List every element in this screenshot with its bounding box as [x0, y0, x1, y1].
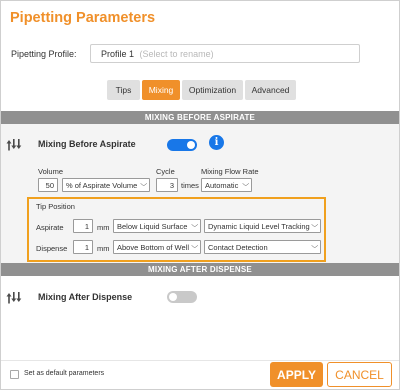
pipette-flow-icon	[6, 292, 22, 304]
default-parameters-label: Set as default parameters	[24, 370, 105, 377]
mixing-before-title: Mixing Before Aspirate	[38, 139, 136, 149]
footer-divider	[1, 360, 399, 361]
profile-name-value: Profile 1	[101, 49, 135, 59]
aspirate-depth-input[interactable]: 1	[73, 219, 93, 233]
dispense-reference-select[interactable]: Above Bottom of Well ⌵	[113, 240, 201, 254]
dialog-title: Pipetting Parameters	[10, 10, 156, 26]
volume-label: Volume	[38, 167, 64, 176]
chevron-down-icon: ⌵	[190, 222, 198, 229]
mixing-after-toggle[interactable]	[167, 291, 197, 303]
chevron-down-icon: ⌵	[139, 181, 147, 188]
volume-unit-select[interactable]: % of Aspirate Volume ⌵	[62, 178, 150, 192]
info-icon[interactable]: i	[209, 135, 224, 150]
tab-advanced[interactable]: Advanced	[245, 80, 296, 100]
cancel-button[interactable]: CANCEL	[327, 362, 392, 387]
section-header-mixing-after: MIXING AFTER DISPENSE	[1, 263, 399, 276]
flow-rate-value: Automatic	[205, 180, 239, 190]
flow-rate-select[interactable]: Automatic ⌵	[201, 178, 252, 192]
volume-unit-value: % of Aspirate Volume	[66, 180, 138, 190]
profile-rename-hint: (Select to rename)	[139, 49, 214, 59]
profile-name-input[interactable]: Profile 1 (Select to rename)	[90, 44, 360, 63]
chevron-down-icon: ⌵	[310, 243, 318, 250]
aspirate-tracking-select[interactable]: Dynamic Liquid Level Tracking ⌵	[204, 219, 321, 233]
aspirate-reference-value: Below Liquid Surface	[117, 221, 188, 231]
dispense-tracking-select[interactable]: Contact Detection ⌵	[204, 240, 321, 254]
mixing-before-toggle[interactable]	[167, 139, 197, 151]
dispense-reference-value: Above Bottom of Well	[117, 242, 189, 252]
flow-rate-label: Mixing Flow Rate	[201, 167, 259, 176]
toggle-knob	[187, 141, 195, 149]
dispense-height-input[interactable]: 1	[73, 240, 93, 254]
section-header-mixing-before: MIXING BEFORE ASPIRATE	[1, 111, 399, 124]
pipette-flow-icon	[6, 139, 22, 151]
apply-button[interactable]: APPLY	[270, 362, 323, 387]
volume-input[interactable]: 50	[38, 178, 58, 192]
chevron-down-icon: ⌵	[310, 222, 318, 229]
aspirate-tracking-value: Dynamic Liquid Level Tracking	[208, 221, 310, 231]
aspirate-unit: mm	[97, 223, 110, 232]
dispense-label: Dispense	[36, 244, 68, 253]
tip-position-title: Tip Position	[36, 202, 75, 211]
default-parameters-checkbox[interactable]	[10, 370, 19, 379]
dispense-tracking-value: Contact Detection	[208, 242, 268, 252]
tab-bar: Tips Mixing Optimization Advanced	[107, 80, 296, 100]
toggle-knob	[169, 293, 177, 301]
pipetting-parameters-dialog: Pipetting Parameters Pipetting Profile: …	[0, 0, 400, 390]
mixing-after-title: Mixing After Dispense	[38, 292, 133, 302]
chevron-down-icon: ⌵	[241, 181, 249, 188]
profile-label: Pipetting Profile:	[11, 49, 77, 59]
tab-tips[interactable]: Tips	[107, 80, 140, 100]
tab-mixing[interactable]: Mixing	[142, 80, 180, 100]
aspirate-label: Aspirate	[36, 223, 64, 232]
tab-optimization[interactable]: Optimization	[182, 80, 243, 100]
cycle-label: Cycle	[156, 167, 175, 176]
cycle-unit: times	[181, 181, 199, 190]
cycle-input[interactable]: 3	[156, 178, 178, 192]
aspirate-reference-select[interactable]: Below Liquid Surface ⌵	[113, 219, 201, 233]
chevron-down-icon: ⌵	[190, 243, 198, 250]
dispense-unit: mm	[97, 244, 110, 253]
